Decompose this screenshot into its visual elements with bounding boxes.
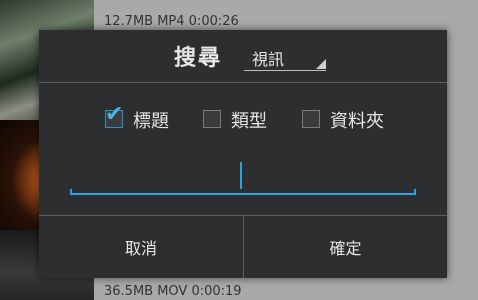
video-meta: 12.7MB MP4 0:00:26 [104,14,239,29]
input-underline [70,193,416,195]
type-spinner[interactable]: 視訊 [244,46,326,71]
checkbox-label: 標題 [133,111,169,132]
dialog-header: 搜尋 視訊 [39,30,447,82]
checkbox-box[interactable]: ✔ [105,104,123,128]
video-meta: 36.5MB MOV 0:00:19 [104,284,242,299]
input-underline-tick [414,189,416,195]
input-underline-tick [70,189,72,195]
ok-button[interactable]: 確定 [244,216,447,278]
divider [39,82,447,83]
cancel-button[interactable]: 取消 [39,216,243,278]
dialog-title: 搜尋 [174,46,223,71]
checkbox-box[interactable] [302,110,320,128]
type-spinner-value: 視訊 [252,50,285,69]
text-cursor [240,162,242,189]
checkbox-label: 資料夾 [330,111,384,132]
search-scope-options: ✔ 標題 類型 資料夾 [39,104,447,135]
search-dialog: 搜尋 視訊 ✔ 標題 類型 資料夾 取消 確定 [39,30,447,278]
spinner-arrow-icon [316,59,326,69]
checkmark-icon: ✔ [105,102,124,127]
checkbox-box[interactable] [203,110,221,128]
search-input[interactable] [70,162,416,195]
checkbox-label: 類型 [231,111,267,132]
